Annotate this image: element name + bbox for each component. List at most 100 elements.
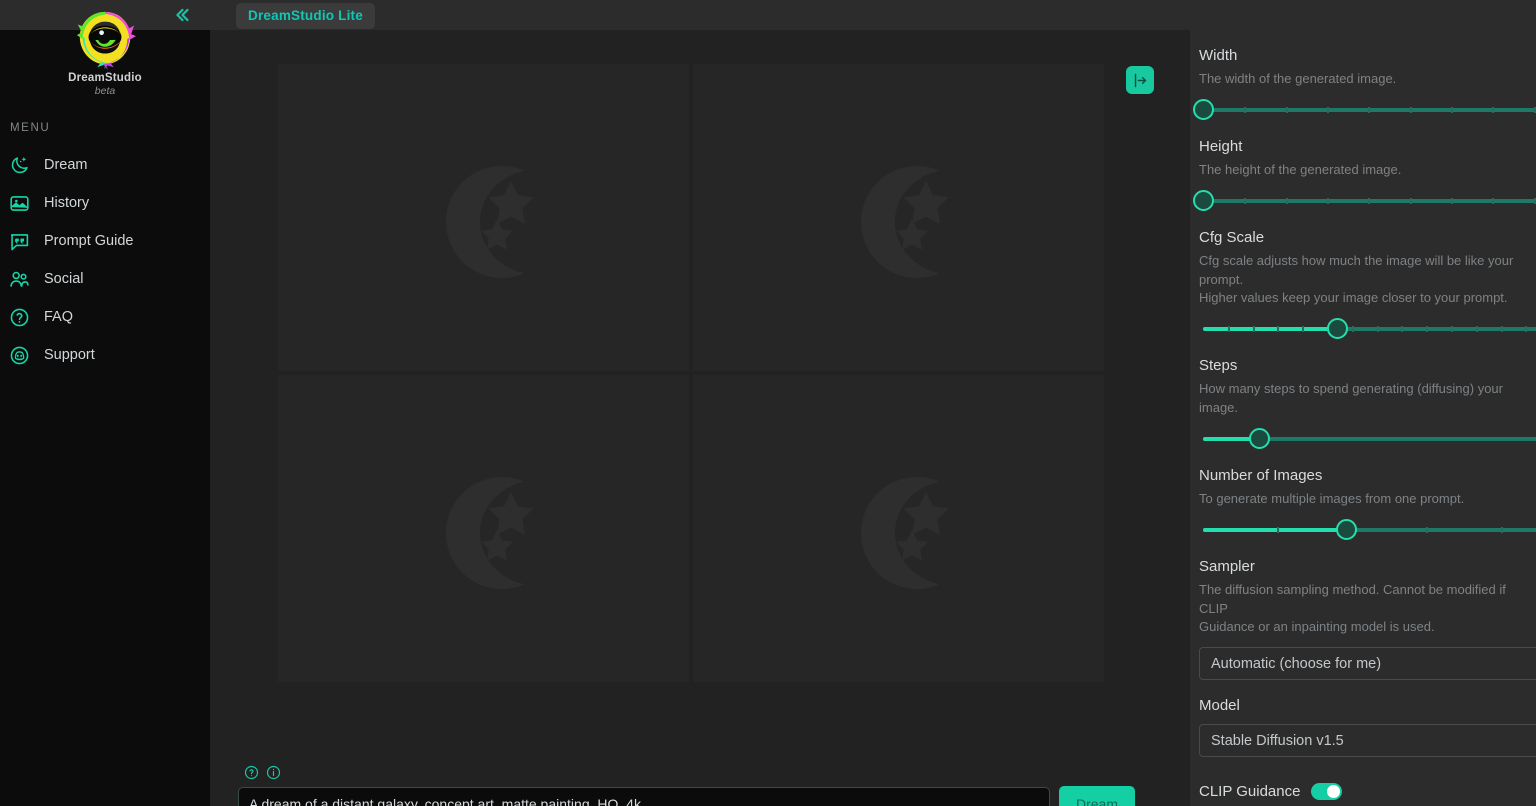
- slider-handle[interactable]: [1336, 518, 1357, 540]
- people-icon: [8, 268, 30, 290]
- slider-tick: [1277, 526, 1280, 533]
- sidebar-item-faq[interactable]: FAQ: [0, 298, 210, 336]
- slider-tick: [1244, 197, 1247, 204]
- menu-section-label: MENU: [10, 122, 51, 134]
- height-slider[interactable]: [1193, 189, 1536, 212]
- slider-handle[interactable]: [1249, 427, 1270, 449]
- slider-tick: [1492, 106, 1495, 113]
- slider-tick: [1409, 106, 1412, 113]
- question-circle-icon[interactable]: [244, 765, 259, 780]
- setting-description: The diffusion sampling method. Cannot be…: [1199, 581, 1506, 635]
- result-tile[interactable]: [278, 64, 689, 371]
- collapse-sidebar-button[interactable]: [160, 0, 204, 30]
- slider-ticks: [1203, 526, 1536, 533]
- slider-tick: [1451, 197, 1453, 204]
- sidebar-item-label: Prompt Guide: [44, 233, 134, 249]
- sampler-select[interactable]: Automatic (choose for me): [1199, 647, 1536, 681]
- moon-stars-icon: [445, 476, 534, 589]
- slider-tick: [1451, 326, 1453, 333]
- result-tile[interactable]: [693, 64, 1104, 371]
- slider-handle[interactable]: [1327, 318, 1348, 340]
- slider-tick: [1475, 326, 1478, 333]
- sidebar-item-prompt-guide[interactable]: Prompt Guide: [0, 222, 210, 260]
- dream-button[interactable]: Dream: [1059, 786, 1135, 806]
- setting-sampler: Sampler The diffusion sampling method. C…: [1190, 558, 1536, 681]
- slider-tick: [1244, 106, 1247, 113]
- moon-stars-icon: [860, 476, 949, 589]
- slider-tick: [1500, 326, 1503, 333]
- prompt-area: Dream: [210, 728, 1190, 806]
- settings-panel: Width The width of the generated image. …: [1190, 0, 1536, 806]
- expand-panel-button[interactable]: [1126, 66, 1154, 94]
- setting-number-of-images: Number of Images To generate multiple im…: [1190, 467, 1536, 541]
- cfg-scale-slider[interactable]: [1199, 318, 1536, 340]
- sidebar-nav: Dream History Prompt Guide Social FAQ Su…: [0, 146, 210, 374]
- slider-ticks: [1203, 197, 1536, 204]
- setting-clip-guidance: CLIP Guidance: [1190, 783, 1536, 801]
- brand-name: DreamStudio: [68, 72, 142, 84]
- setting-description: The width of the generated image.: [1199, 71, 1397, 86]
- slider-handle[interactable]: [1193, 189, 1214, 211]
- slider-tick: [1285, 197, 1288, 204]
- prompt-input[interactable]: [238, 787, 1050, 806]
- number-of-images-slider[interactable]: [1199, 518, 1536, 541]
- slider-tick: [1227, 326, 1230, 333]
- arrow-into-bracket-icon: [1134, 73, 1146, 87]
- model-select[interactable]: Stable Diffusion v1.5: [1199, 724, 1536, 758]
- setting-title: Cfg Scale: [1199, 228, 1265, 246]
- sidebar-item-support[interactable]: Support: [0, 336, 210, 374]
- slider-tick: [1426, 326, 1429, 333]
- slider-tick: [1252, 326, 1255, 333]
- setting-width: Width The width of the generated image.: [1190, 47, 1536, 121]
- clip-guidance-toggle[interactable]: [1311, 783, 1343, 801]
- slider-tick: [1409, 197, 1412, 204]
- setting-title: Number of Images: [1199, 466, 1323, 484]
- setting-steps: Steps How many steps to spend generating…: [1190, 357, 1536, 450]
- setting-description: How many steps to spend generating (diff…: [1199, 381, 1503, 416]
- image-canvas: Dream: [210, 30, 1190, 806]
- sidebar-item-label: History: [44, 195, 90, 211]
- slider-tick: [1351, 326, 1354, 333]
- setting-title: Sampler: [1199, 557, 1255, 575]
- sidebar-item-history[interactable]: History: [0, 184, 210, 222]
- sidebar-item-label: Social: [44, 271, 84, 287]
- slider-tick: [1302, 326, 1305, 333]
- slider-tick: [1285, 106, 1288, 113]
- setting-title: Model: [1199, 697, 1240, 715]
- setting-description: Cfg scale adjusts how much the image wil…: [1199, 252, 1514, 306]
- slider-tick: [1327, 106, 1329, 113]
- prompt-helper-icons: [244, 765, 281, 780]
- slider-tick: [1376, 326, 1379, 333]
- moon-stars-icon: [860, 165, 949, 278]
- sidebar-item-social[interactable]: Social: [0, 260, 210, 298]
- slider-tick: [1500, 526, 1503, 533]
- photos-icon: [8, 192, 30, 214]
- steps-slider[interactable]: [1199, 427, 1536, 450]
- slider-handle[interactable]: [1193, 98, 1214, 120]
- sidebar-item-dream[interactable]: Dream: [0, 146, 210, 184]
- discord-circle-icon: [8, 344, 30, 366]
- clip-guidance-label: CLIP Guidance: [1199, 783, 1301, 801]
- slider-tick: [1492, 197, 1495, 204]
- tab-dreamstudio-lite[interactable]: DreamStudio Lite: [236, 3, 375, 29]
- question-circle-icon: [8, 306, 30, 328]
- result-tile[interactable]: [278, 375, 689, 682]
- width-slider[interactable]: [1193, 98, 1536, 121]
- slider-tick: [1533, 106, 1536, 113]
- quote-bubble-icon: [8, 230, 30, 252]
- setting-model: Model Stable Diffusion v1.5: [1190, 697, 1536, 758]
- model-selected-value: Stable Diffusion v1.5: [1211, 732, 1344, 749]
- setting-title: Width: [1199, 47, 1238, 64]
- setting-height: Height The height of the generated image…: [1190, 138, 1536, 212]
- result-tile[interactable]: [693, 375, 1104, 682]
- setting-cfg-scale: Cfg Scale Cfg scale adjusts how much the…: [1190, 229, 1536, 341]
- left-sidebar: DreamStudio beta MENU Dream History Prom…: [0, 0, 210, 806]
- toggle-thumb: [1327, 785, 1341, 799]
- slider-ticks: [1203, 106, 1536, 113]
- slider-tick: [1368, 197, 1371, 204]
- slider-tick: [1401, 326, 1404, 333]
- info-circle-icon[interactable]: [266, 765, 281, 780]
- slider-tick: [1525, 326, 1528, 333]
- chevron-double-left-icon: [176, 8, 189, 22]
- sampler-selected-value: Automatic (choose for me): [1211, 655, 1382, 672]
